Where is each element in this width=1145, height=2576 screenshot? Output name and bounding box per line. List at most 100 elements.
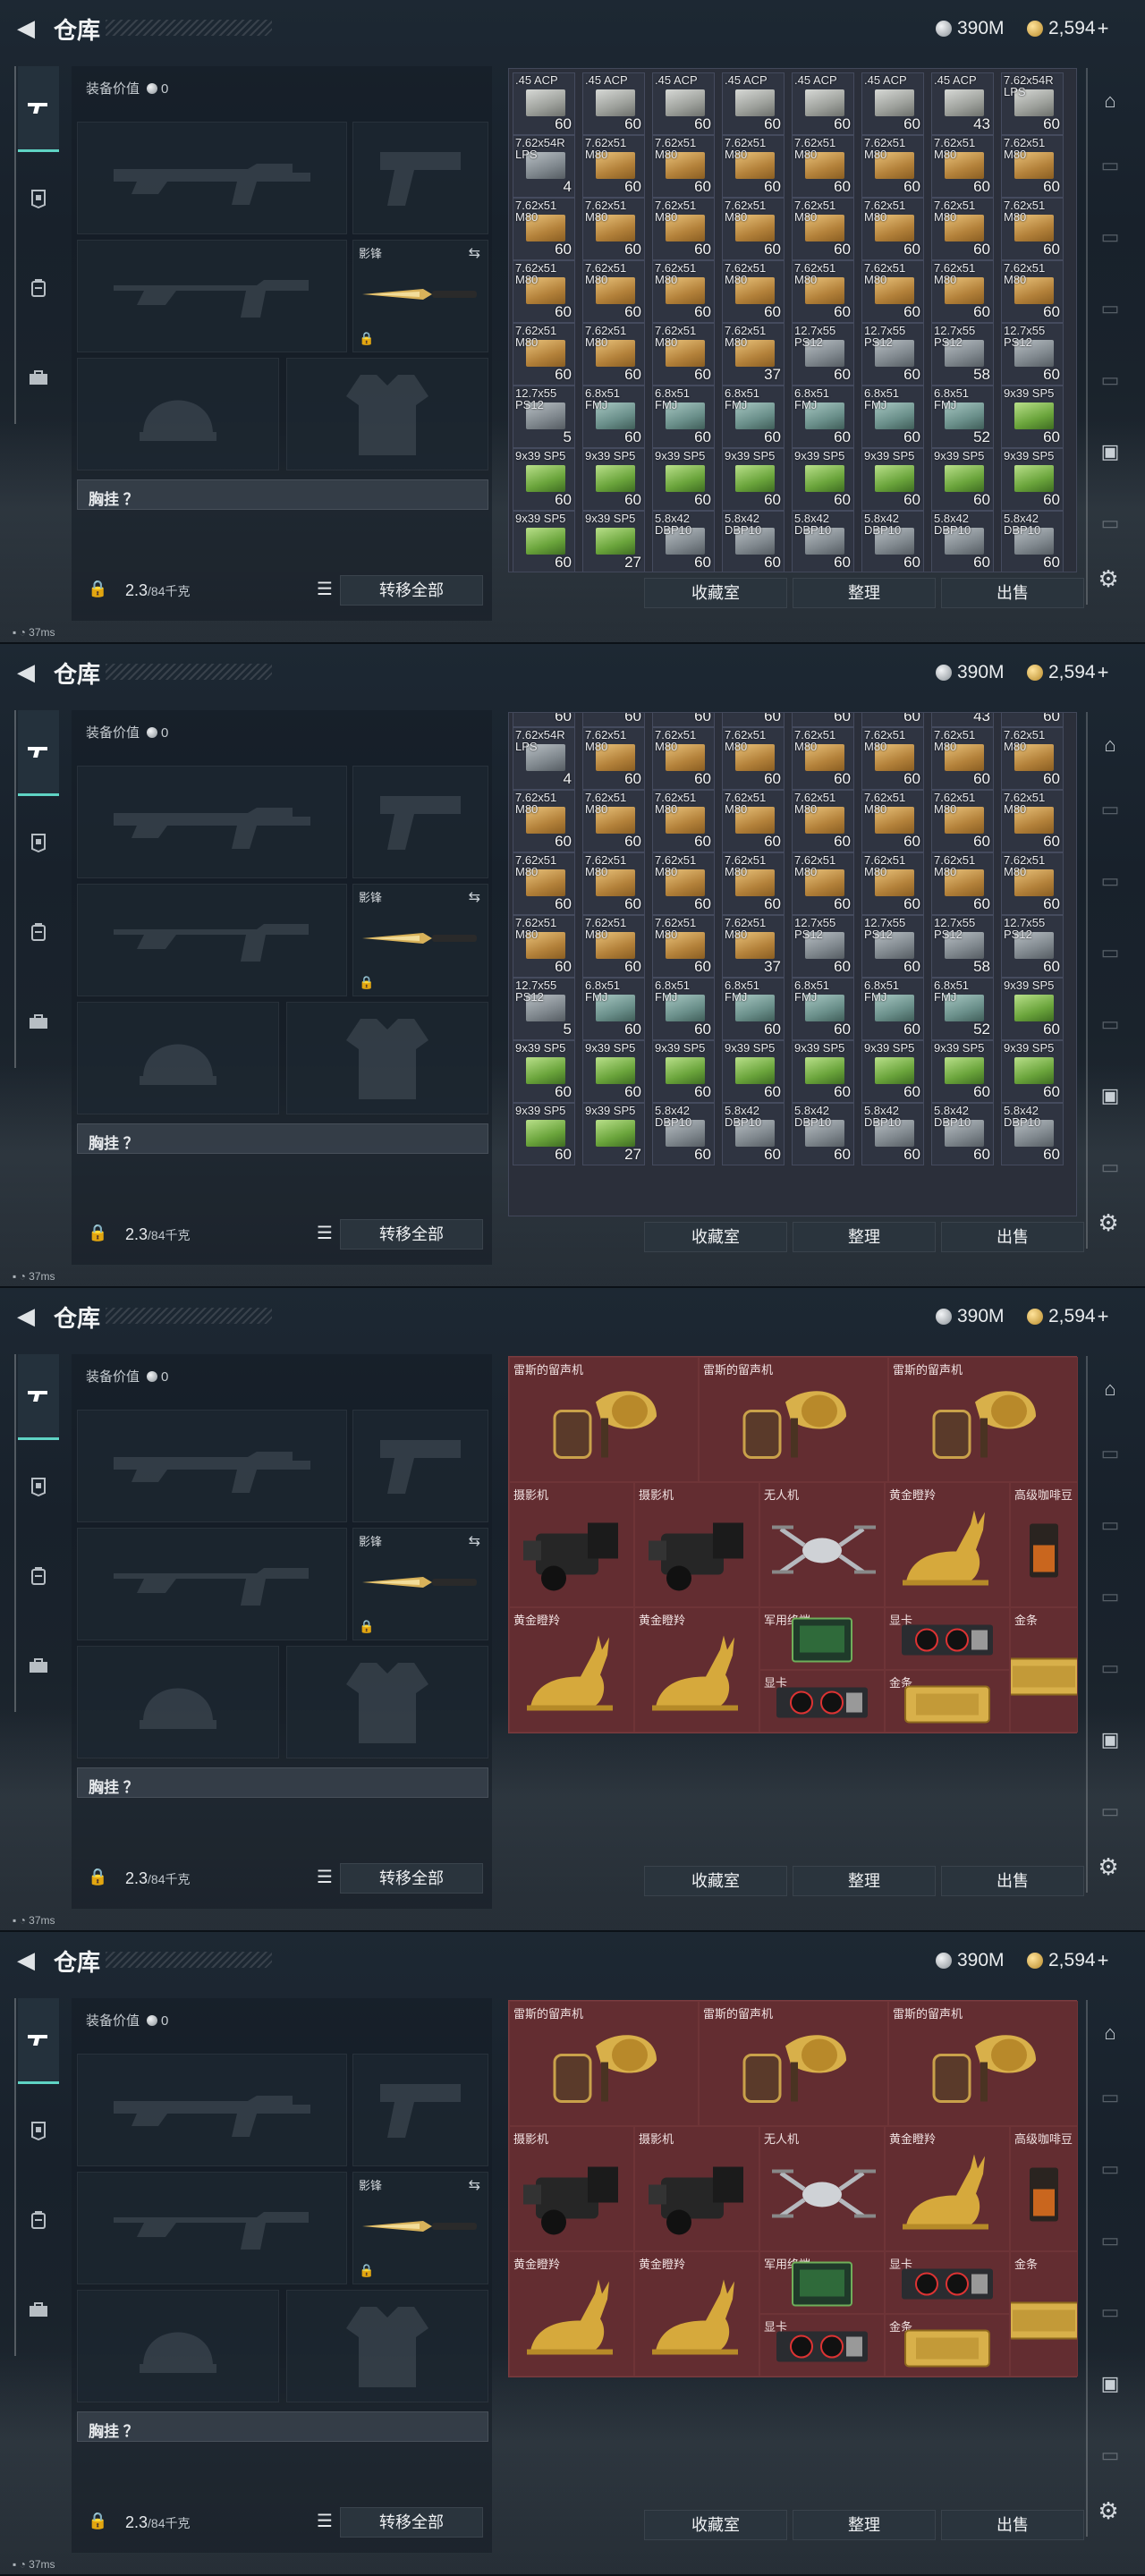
ammo-item[interactable]: 6.8x51 FMJ 60	[722, 978, 785, 1040]
back-arrow-icon[interactable]: ◀	[11, 1946, 41, 1973]
add-currency-icon[interactable]: +	[1098, 1305, 1109, 1328]
settings-gear-icon[interactable]: ⚙	[1095, 1853, 1122, 1880]
ammo-item[interactable]: 7.62x51 M80 60	[792, 135, 854, 198]
sell-button[interactable]: 出售	[941, 1866, 1084, 1896]
ammo-item[interactable]: 7.62x51 M80 60	[931, 135, 994, 198]
ammo-item[interactable]: 7.62x51 M80 60	[652, 727, 715, 790]
ammo-item[interactable]: 9x39 SP5 60	[861, 448, 924, 511]
valuable-item[interactable]: 黄金瞪羚	[634, 1607, 759, 1733]
sell-button[interactable]: 出售	[941, 2510, 1084, 2540]
gun-icon[interactable]	[18, 710, 59, 796]
ammo-item[interactable]: 7.62x51 M80 60	[861, 135, 924, 198]
ammo-item[interactable]: 7.62x51 M80 60	[792, 727, 854, 790]
valuable-item[interactable]: 金条	[1010, 1607, 1078, 1733]
valuable-item[interactable]: 显卡	[885, 1607, 1010, 1670]
ammo-item[interactable]: 6.8x51 FMJ 60	[861, 386, 924, 448]
ammo-item[interactable]: 7.62x54R LPS 60	[1001, 72, 1064, 135]
storage-active-icon[interactable]: ▣	[1095, 1724, 1125, 1755]
ammo-item[interactable]: .45 ACP 60	[582, 713, 645, 727]
valuable-item[interactable]: 摄影机	[509, 2126, 634, 2251]
ammo-item[interactable]: .45 ACP 43	[931, 72, 994, 135]
ammo-item[interactable]: 7.62x51 M80 60	[652, 852, 715, 915]
ammo-item[interactable]: 6.8x51 FMJ 60	[722, 386, 785, 448]
settings-gear-icon[interactable]: ⚙	[1095, 565, 1122, 592]
collection-room-button[interactable]: 收藏室	[644, 1866, 787, 1896]
ammo-item[interactable]: 7.62x51 M80 37	[722, 323, 785, 386]
valuable-item[interactable]: 雷斯的留声机	[888, 1357, 1078, 1482]
storage-iv-b-icon[interactable]: ▭	[1095, 2440, 1125, 2470]
gold-currency[interactable]: 2,594 +	[1027, 660, 1108, 685]
backpack-icon[interactable]	[18, 1533, 59, 1619]
valuable-item[interactable]: 金条	[1010, 2251, 1078, 2377]
ammo-item[interactable]: 7.62x51 M80 60	[513, 790, 575, 852]
ammo-item[interactable]: 9x39 SP5 27	[582, 511, 645, 572]
armor-icon[interactable]	[18, 2088, 59, 2174]
collection-room-button[interactable]: 收藏室	[644, 2510, 787, 2540]
ammo-item[interactable]: 7.62x51 M80 60	[1001, 852, 1064, 915]
ammo-item[interactable]: 9x39 SP5 60	[792, 1040, 854, 1103]
storage-v-icon[interactable]: ▭	[1095, 1438, 1125, 1469]
ammo-item[interactable]: 6.8x51 FMJ 60	[652, 978, 715, 1040]
storage-iv-icon[interactable]: ▭	[1095, 293, 1125, 324]
transfer-all-button[interactable]: 转移全部	[340, 2507, 483, 2538]
melee-slot[interactable]: 影锋 ⇆ 🔒	[352, 2172, 488, 2284]
valuable-item[interactable]: 雷斯的留声机	[509, 1357, 699, 1482]
ammo-item[interactable]: 7.62x51 M80 60	[1001, 260, 1064, 323]
pistol-slot[interactable]	[352, 2054, 488, 2166]
safe-icon[interactable]: ⌂	[1095, 2018, 1125, 2048]
help-icon[interactable]: ？	[123, 1779, 139, 1796]
ammo-item[interactable]: 9x39 SP5 60	[652, 448, 715, 511]
valuable-item[interactable]: 黄金瞪羚	[634, 2251, 759, 2377]
ammo-item[interactable]: 7.62x51 M80 60	[513, 852, 575, 915]
ammo-item[interactable]: 6.8x51 FMJ 60	[792, 978, 854, 1040]
ammo-item[interactable]: 5.8x42 DBP10 60	[1001, 1103, 1064, 1165]
settings-gear-icon[interactable]: ⚙	[1095, 1209, 1122, 1236]
ammo-item[interactable]: .45 ACP 60	[513, 72, 575, 135]
transfer-all-button[interactable]: 转移全部	[340, 1863, 483, 1894]
body-armor-slot[interactable]	[286, 358, 488, 470]
valuable-item[interactable]: 显卡	[759, 1670, 885, 1733]
ammo-item[interactable]: 9x39 SP5 60	[861, 1040, 924, 1103]
toolbox-icon[interactable]	[18, 979, 59, 1064]
body-armor-slot[interactable]	[286, 1646, 488, 1758]
helmet-slot[interactable]	[77, 358, 279, 470]
ammo-item[interactable]: .45 ACP 60	[861, 713, 924, 727]
melee-slot[interactable]: 影锋 ⇆ 🔒	[352, 1528, 488, 1640]
help-icon[interactable]: ？	[123, 491, 139, 508]
list-icon[interactable]: ☰	[313, 2510, 336, 2535]
valuable-item[interactable]: 黄金瞪羚	[885, 2126, 1010, 2251]
ammo-item[interactable]: 9x39 SP5 60	[722, 1040, 785, 1103]
storage-iv-icon[interactable]: ▭	[1095, 937, 1125, 968]
ammo-item[interactable]: 7.62x51 M80 60	[652, 915, 715, 978]
armor-icon[interactable]	[18, 156, 59, 242]
ammo-item[interactable]: 7.62x51 M80 60	[722, 790, 785, 852]
valuable-item[interactable]: 雷斯的留声机	[699, 2001, 888, 2126]
pistol-slot[interactable]	[352, 766, 488, 878]
chest-rig-slot[interactable]: 胸挂 ？	[77, 1767, 488, 1798]
ammo-item[interactable]: 7.62x51 M80 60	[582, 198, 645, 260]
ammo-item[interactable]: 7.62x51 M80 60	[582, 727, 645, 790]
ammo-item[interactable]: 9x39 SP5 60	[582, 1040, 645, 1103]
gold-currency[interactable]: 2,594 +	[1027, 1948, 1108, 1973]
ammo-item[interactable]: 7.62x51 M80 60	[513, 323, 575, 386]
ammo-item[interactable]: 7.62x51 M80 60	[861, 790, 924, 852]
storage-ii-icon[interactable]: ▭	[1095, 2154, 1125, 2184]
ammo-item[interactable]: 9x39 SP5 60	[931, 448, 994, 511]
ammo-item[interactable]: 7.62x51 M80 60	[792, 790, 854, 852]
ammo-item[interactable]: 12.7x55 PS12 60	[861, 323, 924, 386]
backpack-icon[interactable]	[18, 245, 59, 331]
valuable-item[interactable]: 雷斯的留声机	[888, 2001, 1078, 2126]
valuable-item[interactable]: 摄影机	[509, 1482, 634, 1607]
storage-iii-icon[interactable]: ▭	[1095, 1653, 1125, 1683]
helmet-slot[interactable]	[77, 2290, 279, 2402]
settings-gear-icon[interactable]: ⚙	[1095, 2497, 1122, 2524]
ammo-item[interactable]: .45 ACP 60	[722, 713, 785, 727]
add-currency-icon[interactable]: +	[1098, 17, 1109, 40]
ammo-item[interactable]: 12.7x55 PS12 5	[513, 386, 575, 448]
transfer-all-button[interactable]: 转移全部	[340, 1219, 483, 1250]
ammo-item[interactable]: 7.62x51 M80 60	[861, 198, 924, 260]
ammo-item[interactable]: 9x39 SP5 60	[792, 448, 854, 511]
primary-weapon-slot[interactable]	[77, 122, 347, 234]
primary-weapon-slot[interactable]	[77, 2054, 347, 2166]
ammo-item[interactable]: 7.62x51 M80 60	[722, 198, 785, 260]
